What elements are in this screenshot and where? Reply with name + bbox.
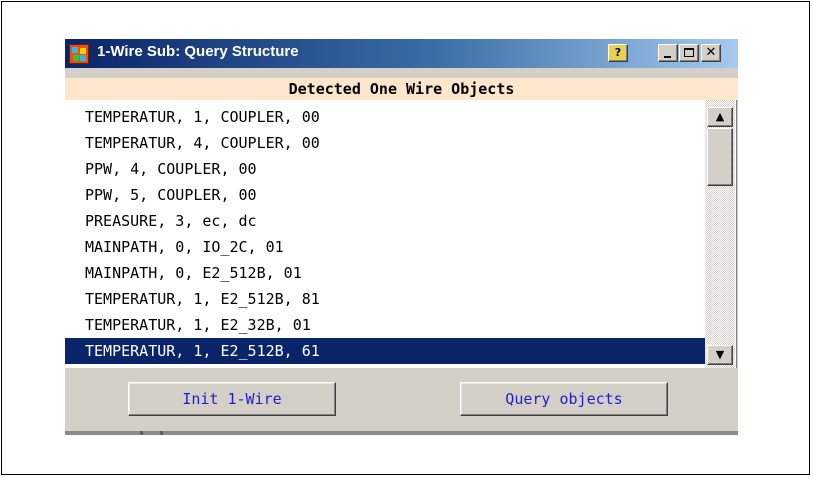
objects-list[interactable]: TEMPERATUR, 1, COUPLER, 00 TEMPERATUR, 4… [65,104,705,368]
vertical-scrollbar[interactable]: ▲ ▼ [705,100,735,368]
objects-listbox[interactable]: TEMPERATUR, 1, COUPLER, 00 TEMPERATUR, 4… [65,100,737,368]
button-bar: Init 1-Wire Query objects [65,368,738,431]
list-header: Detected One Wire Objects [65,78,738,100]
scroll-down-button[interactable]: ▼ [707,345,733,365]
background-window-edge [65,431,738,435]
query-structure-window: 1-Wire Sub: Query Structure ? ✕ Detected… [65,39,738,431]
list-item[interactable]: TEMPERATUR, 1, E2_512B, 81 [65,286,705,312]
scroll-up-button[interactable]: ▲ [707,107,733,127]
list-item[interactable]: TEMPERATUR, 1, E2_32B, 01 [65,312,705,338]
minimize-icon [664,56,671,58]
maximize-button[interactable] [679,44,699,62]
close-button[interactable]: ✕ [701,44,721,62]
init-1-wire-button[interactable]: Init 1-Wire [128,382,336,416]
arrow-up-icon: ▲ [715,110,725,123]
list-item[interactable]: PREASURE, 3, ec, dc [65,208,705,234]
query-objects-button[interactable]: Query objects [460,382,668,416]
list-item[interactable]: TEMPERATUR, 1, COUPLER, 00 [65,104,705,130]
list-item[interactable]: TEMPERATUR, 4, COUPLER, 00 [65,130,705,156]
list-item-selected[interactable]: TEMPERATUR, 1, E2_512B, 61 [65,338,705,364]
arrow-down-icon: ▼ [715,348,725,361]
minimize-button[interactable] [658,44,678,62]
title-bar[interactable]: 1-Wire Sub: Query Structure ? ✕ [65,39,738,68]
help-button[interactable]: ? [608,44,628,62]
help-icon: ? [614,46,622,59]
list-item[interactable]: PPW, 4, COUPLER, 00 [65,156,705,182]
maximize-icon [684,48,694,57]
close-icon: ✕ [705,45,717,60]
list-item[interactable]: PPW, 5, COUPLER, 00 [65,182,705,208]
scroll-thumb[interactable] [707,128,733,186]
app-icon[interactable] [69,44,89,64]
window-title: 1-Wire Sub: Query Structure [97,43,299,60]
list-item[interactable]: MAINPATH, 0, IO_2C, 01 [65,234,705,260]
list-item[interactable]: MAINPATH, 0, E2_512B, 01 [65,260,705,286]
